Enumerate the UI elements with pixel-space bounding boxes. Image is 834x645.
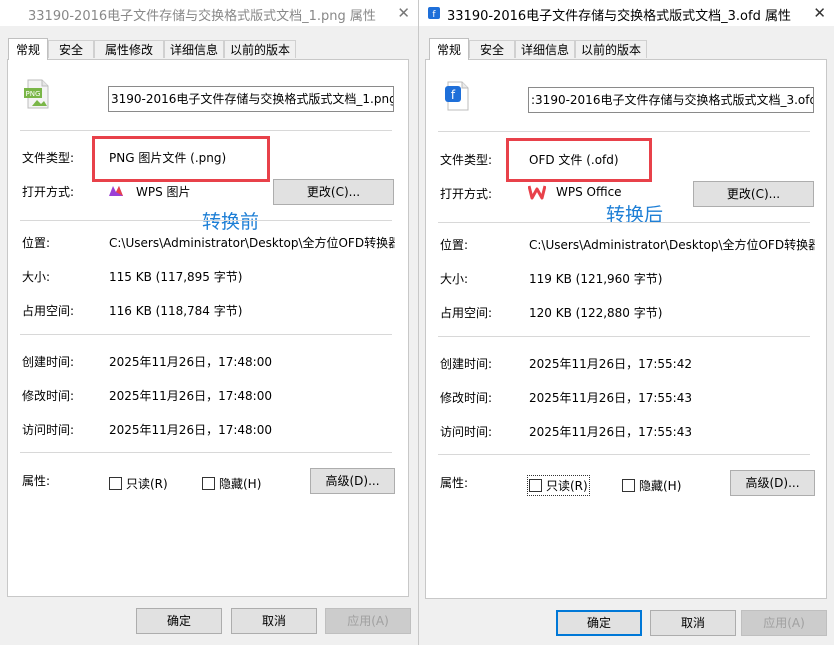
created-label: 创建时间: [440,357,493,371]
readonly-label: 只读(R) [126,477,168,491]
tab-general[interactable]: 常规 [429,38,469,60]
separator [20,220,392,221]
open-with-app: WPS 图片 [136,185,191,199]
close-icon[interactable]: ✕ [397,4,410,22]
open-with-app: WPS Office [556,185,622,199]
modified-value: 2025年11月26日，17:48:00 [109,389,272,403]
size-on-disk-label: 占用空间: [440,306,493,320]
tab-security[interactable]: 安全 [469,40,515,58]
file-type-label: 文件类型: [22,151,75,165]
open-with-label: 打开方式: [440,187,493,201]
modified-value: 2025年11月26日，17:55:43 [529,391,692,405]
tab-previous-versions[interactable]: 以前的版本 [224,40,296,58]
window-title: 33190-2016电子文件存储与交换格式版式文档_1.png 属性 [28,9,376,24]
modified-label: 修改时间: [22,389,75,403]
cancel-button[interactable]: 取消 [650,610,736,636]
location-label: 位置: [22,236,51,250]
size-on-disk-value: 120 KB (122,880 字节) [529,306,663,320]
window-title: 33190-2016电子文件存储与交换格式版式文档_3.ofd 属性 [447,9,791,24]
checkbox-box[interactable] [109,477,122,490]
highlight-box [92,136,270,182]
separator [20,452,392,453]
attributes-label: 属性: [440,476,469,490]
separator [438,336,810,337]
general-panel: PNG 3190-2016电子文件存储与交换格式版式文档_1.png 文件类型:… [7,59,409,597]
readonly-checkbox[interactable]: 只读(R) [109,475,168,492]
accessed-value: 2025年11月26日，17:48:00 [109,423,272,437]
properties-window-png: 33190-2016电子文件存储与交换格式版式文档_1.png 属性 ✕ 常规 … [0,0,418,645]
file-type-label: 文件类型: [440,153,493,167]
created-label: 创建时间: [22,355,75,369]
filename-input[interactable]: :3190-2016电子文件存储与交换格式版式文档_3.ofd [528,87,814,113]
svg-text:PNG: PNG [26,90,41,98]
wps-image-icon [109,186,123,196]
tab-security[interactable]: 安全 [48,40,94,58]
accessed-label: 访问时间: [22,423,75,437]
tab-general[interactable]: 常规 [8,38,48,60]
accessed-label: 访问时间: [440,425,493,439]
change-button[interactable]: 更改(C)... [693,181,814,207]
hidden-label: 隐藏(H) [219,477,262,491]
readonly-checkbox[interactable]: 只读(R) [527,475,590,496]
size-on-disk-value: 116 KB (118,784 字节) [109,304,243,318]
separator [438,131,810,132]
separator [20,334,392,335]
location-value: C:\Users\Administrator\Desktop\全方位OFD转换器 [109,236,395,250]
location-label: 位置: [440,238,469,252]
created-value: 2025年11月26日，17:48:00 [109,355,272,369]
tab-details[interactable]: 详细信息 [164,40,224,58]
wps-office-icon [528,185,546,200]
ok-button[interactable]: 确定 [136,608,222,634]
size-label: 大小: [22,270,51,284]
checkbox-box[interactable] [622,479,635,492]
ok-button[interactable]: 确定 [556,610,642,636]
advanced-button[interactable]: 高级(D)... [310,468,395,494]
tab-attribute-edit[interactable]: 属性修改 [94,40,164,58]
created-value: 2025年11月26日，17:55:42 [529,357,692,371]
readonly-label: 只读(R) [546,479,588,493]
advanced-button[interactable]: 高级(D)... [730,470,815,496]
open-with-label: 打开方式: [22,185,75,199]
size-value: 119 KB (121,960 字节) [529,272,663,286]
hidden-label: 隐藏(H) [639,479,682,493]
hidden-checkbox[interactable]: 隐藏(H) [202,475,261,492]
size-on-disk-label: 占用空间: [22,304,75,318]
filename-input[interactable]: 3190-2016电子文件存储与交换格式版式文档_1.png [108,86,394,112]
size-value: 115 KB (117,895 字节) [109,270,243,284]
attributes-label: 属性: [22,474,51,488]
change-button[interactable]: 更改(C)... [273,179,394,205]
title-bar: 33190-2016电子文件存储与交换格式版式文档_1.png 属性 ✕ [0,0,418,26]
accessed-value: 2025年11月26日，17:55:43 [529,425,692,439]
close-icon[interactable]: ✕ [813,4,826,22]
tab-details[interactable]: 详细信息 [515,40,575,58]
checkbox-box[interactable] [202,477,215,490]
ofd-file-icon: f [428,7,440,20]
general-panel: f :3190-2016电子文件存储与交换格式版式文档_3.ofd 文件类型: … [425,59,827,599]
png-file-icon: PNG [24,79,49,109]
ofd-file-icon: f [445,81,469,111]
title-bar: f 33190-2016电子文件存储与交换格式版式文档_3.ofd 属性 ✕ [419,0,834,26]
separator [438,454,810,455]
modified-label: 修改时间: [440,391,493,405]
cancel-button[interactable]: 取消 [231,608,317,634]
apply-button[interactable]: 应用(A) [741,610,827,636]
separator [20,130,392,131]
tab-previous-versions[interactable]: 以前的版本 [575,40,647,58]
checkbox-box[interactable] [529,479,542,492]
separator [438,222,810,223]
hidden-checkbox[interactable]: 隐藏(H) [622,477,681,494]
size-label: 大小: [440,272,469,286]
properties-window-ofd: f 33190-2016电子文件存储与交换格式版式文档_3.ofd 属性 ✕ 常… [418,0,834,645]
apply-button[interactable]: 应用(A) [325,608,411,634]
location-value: C:\Users\Administrator\Desktop\全方位OFD转换器 [529,238,815,252]
highlight-box [506,138,652,182]
